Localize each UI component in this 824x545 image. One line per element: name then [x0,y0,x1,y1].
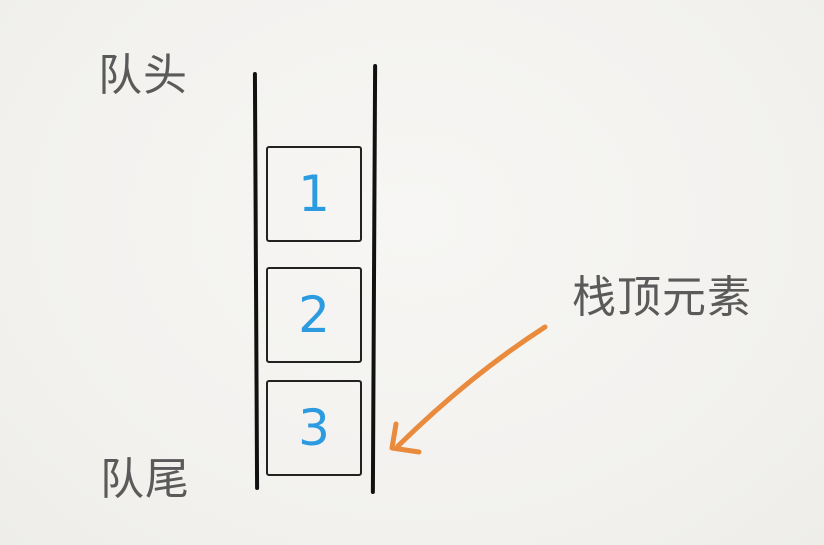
diagram-canvas: 队头 队尾 栈顶元素 1 2 3 [0,0,824,545]
pointer-arrow-icon [389,324,548,455]
